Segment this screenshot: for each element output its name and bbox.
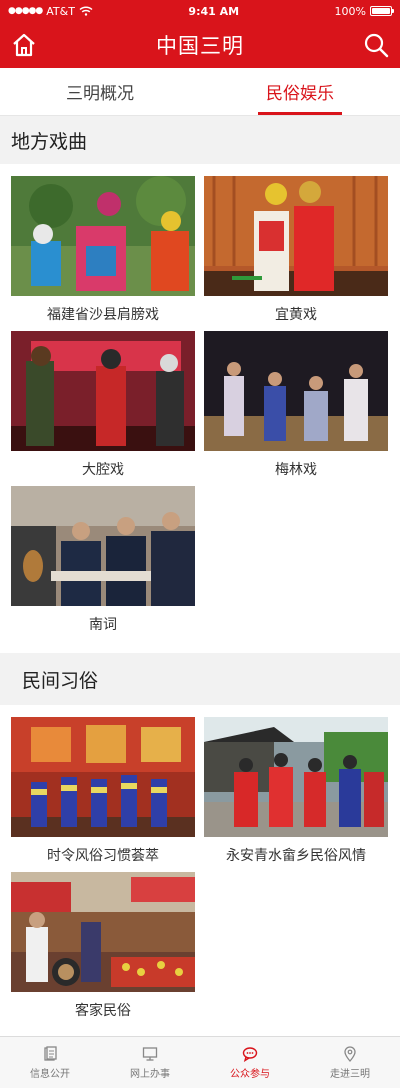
tab-folk-entertainment[interactable]: 民俗娱乐 — [200, 68, 400, 115]
wifi-icon — [79, 6, 93, 16]
location-pin-icon — [344, 1045, 356, 1062]
section-title-folk-customs: 民间习俗 — [0, 653, 400, 705]
thumbnail-meilin-opera — [204, 331, 388, 451]
card-label: 福建省沙县肩膀戏 — [47, 306, 159, 323]
bottom-tab-label: 走进三明 — [330, 1068, 370, 1080]
document-icon — [44, 1045, 57, 1061]
home-button[interactable] — [10, 31, 38, 59]
page-title: 中国三明 — [156, 34, 244, 58]
opera-grid: 福建省沙县肩膀戏 宜黄戏 大腔戏 梅林戏 南词 — [0, 164, 400, 641]
bottom-tab-label: 公众参与 — [230, 1068, 270, 1080]
thumbnail-seasonal-customs — [11, 717, 195, 837]
card-seasonal-customs[interactable]: 时令风俗习惯荟萃 — [11, 717, 195, 872]
card-label: 宜黄戏 — [275, 306, 317, 323]
category-tabs: 三明概况 民俗娱乐 — [0, 68, 400, 116]
thumbnail-shaxian-shoulder-opera — [11, 176, 195, 296]
card-label: 时令风俗习惯荟萃 — [47, 847, 159, 864]
card-yongan-she-customs[interactable]: 永安青水畲乡民俗风情 — [204, 717, 388, 872]
thumbnail-yongan-she-customs — [204, 717, 388, 837]
card-label: 大腔戏 — [82, 461, 124, 478]
chat-icon — [242, 1046, 258, 1062]
battery-icon — [370, 6, 394, 16]
battery-percent: 100% — [334, 4, 366, 18]
carrier-label: AT&T — [46, 4, 75, 18]
thumbnail-yihuang-opera — [204, 176, 388, 296]
card-yihuang-opera[interactable]: 宜黄戏 — [204, 176, 388, 331]
card-hakka-customs[interactable]: 客家民俗 — [11, 872, 195, 1027]
thumbnail-nanci — [11, 486, 195, 606]
card-label: 南词 — [89, 616, 117, 633]
card-label: 永安青水畲乡民俗风情 — [226, 847, 366, 864]
content-scroll[interactable]: 地方戏曲 福建省沙县肩膀戏 宜黄戏 大腔戏 梅林戏 南词 民间习俗 时令风俗习惯… — [0, 116, 400, 1036]
bottom-tab-label: 网上办事 — [130, 1068, 170, 1080]
home-icon — [13, 33, 35, 57]
card-nanci[interactable]: 南词 — [11, 486, 195, 641]
bottom-tab-info-disclosure[interactable]: 信息公开 — [0, 1037, 100, 1088]
thumbnail-hakka-customs — [11, 872, 195, 992]
monitor-icon — [142, 1046, 158, 1061]
thumbnail-daqiang-opera — [11, 331, 195, 451]
customs-grid: 时令风俗习惯荟萃 永安青水畲乡民俗风情 客家民俗 — [0, 705, 400, 1027]
card-meilin-opera[interactable]: 梅林戏 — [204, 331, 388, 486]
tab-overview[interactable]: 三明概况 — [0, 68, 200, 115]
bottom-tab-bar: 信息公开 网上办事 公众参与 走进三明 — [0, 1036, 400, 1088]
status-time: 9:41 AM — [188, 4, 240, 18]
section-title-local-opera: 地方戏曲 — [0, 116, 400, 164]
card-shaxian-shoulder-opera[interactable]: 福建省沙县肩膀戏 — [11, 176, 195, 331]
search-icon — [364, 33, 389, 58]
status-bar: ●●●●● AT&T 9:41 AM 100% — [0, 0, 400, 22]
card-daqiang-opera[interactable]: 大腔戏 — [11, 331, 195, 486]
card-label: 梅林戏 — [275, 461, 317, 478]
signal-icon: ●●●●● — [8, 6, 43, 16]
bottom-tab-online-services[interactable]: 网上办事 — [100, 1037, 200, 1088]
app-header: ●●●●● AT&T 9:41 AM 100% 中国三明 — [0, 0, 400, 68]
bottom-tab-label: 信息公开 — [30, 1068, 70, 1080]
bottom-tab-discover-sanming[interactable]: 走进三明 — [300, 1037, 400, 1088]
card-label: 客家民俗 — [75, 1002, 131, 1019]
search-button[interactable] — [362, 31, 390, 59]
bottom-tab-public-participation[interactable]: 公众参与 — [200, 1037, 300, 1088]
nav-bar: 中国三明 — [0, 22, 400, 68]
